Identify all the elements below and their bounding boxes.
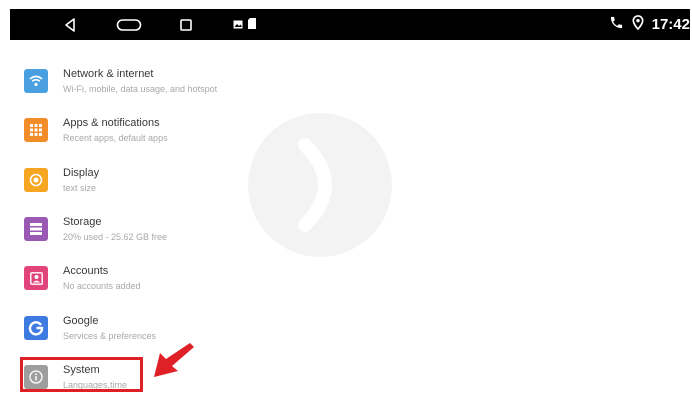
settings-item-google[interactable]: Google Services & preferences: [18, 309, 578, 353]
recents-icon[interactable]: [176, 9, 196, 40]
phone-icon: [609, 15, 624, 35]
settings-item-accounts[interactable]: Accounts No accounts added: [18, 259, 578, 303]
settings-item-title: Network & internet: [63, 68, 154, 80]
back-icon[interactable]: [60, 9, 80, 40]
sd-card-icon: [248, 16, 256, 34]
clock: 17:42: [651, 16, 690, 33]
settings-item-storage[interactable]: Storage 20% used - 25.62 GB free: [18, 210, 578, 254]
settings-item-title: Apps & notifications: [63, 117, 160, 129]
settings-item-subtitle: 20% used - 25.62 GB free: [63, 232, 168, 242]
settings-item-subtitle: Recent apps, default apps: [63, 133, 168, 143]
status-bar: 17:42: [10, 9, 690, 40]
settings-item-title: Accounts: [63, 265, 109, 277]
system-highlight-box: [20, 357, 143, 392]
settings-item-apps[interactable]: Apps & notifications Recent apps, defaul…: [18, 111, 578, 155]
home-icon[interactable]: [115, 9, 143, 40]
google-icon: [24, 316, 48, 340]
settings-item-subtitle: text size: [63, 183, 97, 193]
settings-item-subtitle: Wi-Fi, mobile, data usage, and hotspot: [63, 84, 218, 94]
location-icon: [632, 14, 644, 35]
brightness-icon: [24, 168, 48, 192]
settings-item-subtitle: Services & preferences: [63, 331, 157, 341]
pointer-arrow-icon: [154, 343, 194, 377]
settings-item-title: Storage: [63, 216, 102, 228]
storage-icon: [24, 217, 48, 241]
settings-item-title: Google: [63, 315, 99, 327]
apps-grid-icon: [24, 118, 48, 142]
settings-item-title: Display: [63, 167, 100, 179]
wifi-icon: [24, 69, 48, 93]
settings-item-display[interactable]: Display text size: [18, 161, 578, 205]
settings-item-network[interactable]: Network & internet Wi-Fi, mobile, data u…: [18, 62, 578, 106]
account-icon: [24, 266, 48, 290]
settings-item-subtitle: No accounts added: [63, 281, 141, 291]
image-notification-icon: [233, 16, 243, 34]
